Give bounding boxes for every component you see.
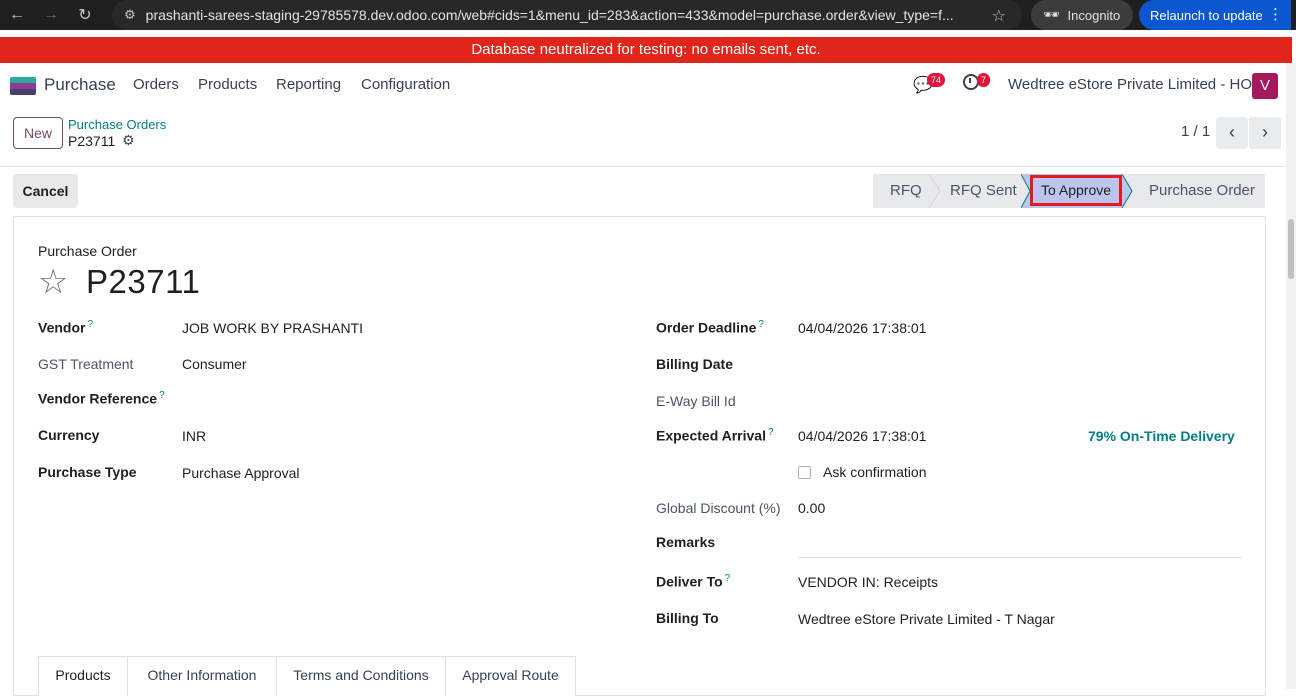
eway-bill-label: E-Way Bill Id [656,393,736,409]
tab-products[interactable]: Products [38,656,128,696]
currency-label: Currency [38,427,99,443]
browser-menu-icon[interactable]: ⋮ [1268,5,1283,23]
deliver-to-field[interactable]: VENDOR IN: Receipts [798,574,938,590]
purchase-app-icon[interactable] [10,77,36,95]
pager-next-button[interactable]: › [1249,117,1281,149]
relaunch-label: Relaunch to update [1150,8,1263,23]
step-to-approve-highlight[interactable]: To Approve [1030,175,1122,206]
tab-other-information[interactable]: Other Information [127,656,277,696]
on-time-delivery-link[interactable]: 79% On-Time Delivery [1088,428,1235,444]
bookmark-star-icon[interactable]: ☆ [992,6,1006,26]
user-avatar[interactable]: V [1252,73,1278,99]
app-name[interactable]: Purchase [44,75,116,95]
step-rfq[interactable]: RFQ [873,174,929,208]
billing-to-label: Billing To [656,610,719,626]
expected-arrival-field[interactable]: 04/04/2026 17:38:01 [798,428,926,444]
menu-reporting[interactable]: Reporting [276,76,341,93]
back-icon[interactable]: ← [0,0,34,30]
eway-bill-field[interactable] [798,393,1098,411]
help-icon[interactable]: ? [725,573,731,584]
billing-to-field[interactable]: Wedtree eStore Private Limited - T Nagar [798,611,1055,627]
tab-approval-route[interactable]: Approval Route [445,656,576,696]
expected-arrival-label: Expected Arrival? [656,427,774,444]
messages-badge: 74 [927,73,945,87]
form-sheet: Purchase Order ☆ P23711 Vendor? JOB WORK… [13,216,1266,696]
breadcrumb-current: P23711 [68,133,115,149]
remarks-label: Remarks [656,534,715,550]
incognito-icon: 🕶 [1043,7,1060,23]
pager-value[interactable]: 1 / 1 [1181,123,1210,140]
incognito-indicator[interactable]: 🕶 Incognito [1031,0,1133,30]
billing-date-label: Billing Date [656,356,733,372]
gst-treatment-field[interactable]: Consumer [182,356,247,372]
step-separator [1122,174,1136,208]
form-type-label: Purchase Order [38,243,137,259]
ask-confirmation-label[interactable]: Ask confirmation [823,464,926,480]
remarks-underline [798,557,1242,558]
gear-icon[interactable]: ⚙ [122,132,135,149]
menu-orders[interactable]: Orders [133,76,179,93]
browser-toolbar: ← → ↻ ⚙ prashanti-sarees-staging-2978557… [0,0,1296,30]
currency-field[interactable]: INR [182,428,206,444]
breadcrumb-purchase-orders[interactable]: Purchase Orders [68,117,166,132]
new-button[interactable]: New [13,117,63,149]
notebook-tabs: Products Other Information Terms and Con… [38,656,1243,696]
step-purchase-order-label: Purchase Order [1149,174,1255,208]
address-bar[interactable]: ⚙ prashanti-sarees-staging-29785578.dev.… [112,0,1022,30]
remarks-field[interactable] [798,537,1242,555]
cancel-button[interactable]: Cancel [13,174,78,208]
favorite-star-icon[interactable]: ☆ [38,265,68,299]
company-switcher[interactable]: Wedtree eStore Private Limited - HO [1008,76,1252,93]
pager-previous-button[interactable]: ‹ [1216,117,1248,149]
order-name: P23711 [86,263,200,301]
order-deadline-field[interactable]: 04/04/2026 17:38:01 [798,320,926,336]
help-icon[interactable]: ? [159,390,165,401]
menu-configuration[interactable]: Configuration [361,76,450,93]
scrollbar-thumb[interactable] [1288,219,1294,279]
vendor-reference-field[interactable] [182,390,602,408]
main-navbar: Purchase Orders Products Reporting Confi… [0,63,1292,107]
billing-date-field[interactable] [798,356,1098,374]
step-separator [929,174,941,208]
url-text: prashanti-sarees-staging-29785578.dev.od… [146,7,966,23]
step-rfq-sent[interactable]: RFQ Sent [941,174,1023,208]
neutralized-banner: Database neutralized for testing: no ema… [0,37,1292,63]
vendor-label: Vendor? [38,319,93,336]
vendor-field[interactable]: JOB WORK BY PRASHANTI [182,320,363,336]
step-purchase-order[interactable]: Purchase Order [1135,174,1265,208]
purchase-type-field[interactable]: Purchase Approval [182,465,300,481]
activities-badge: 7 [977,73,990,87]
forward-icon[interactable]: → [34,0,68,30]
global-discount-label: Global Discount (%) [656,500,781,516]
site-settings-icon[interactable]: ⚙ [124,7,136,23]
purchase-type-label: Purchase Type [38,464,137,480]
order-deadline-label: Order Deadline? [656,319,764,336]
tab-terms-and-conditions[interactable]: Terms and Conditions [276,656,446,696]
help-icon[interactable]: ? [87,319,93,330]
deliver-to-label: Deliver To? [656,573,730,590]
step-rfq-sent-label: RFQ Sent [950,174,1017,208]
help-icon[interactable]: ? [768,427,774,438]
page-scrollbar[interactable] [1286,63,1296,689]
menu-products[interactable]: Products [198,76,257,93]
gst-treatment-label: GST Treatment [38,356,133,372]
control-panel: New Purchase Orders P23711 ⚙ 1 / 1 ‹ › [0,107,1292,167]
relaunch-button[interactable]: Relaunch to update ⋮ [1139,0,1291,30]
global-discount-field[interactable]: 0.00 [798,500,825,516]
step-rfq-label: RFQ [890,174,922,208]
incognito-label: Incognito [1068,8,1121,23]
ask-confirmation-checkbox[interactable] [798,466,811,479]
reload-icon[interactable]: ↻ [68,0,102,30]
vendor-reference-label: Vendor Reference? [38,390,165,407]
help-icon[interactable]: ? [758,319,764,330]
